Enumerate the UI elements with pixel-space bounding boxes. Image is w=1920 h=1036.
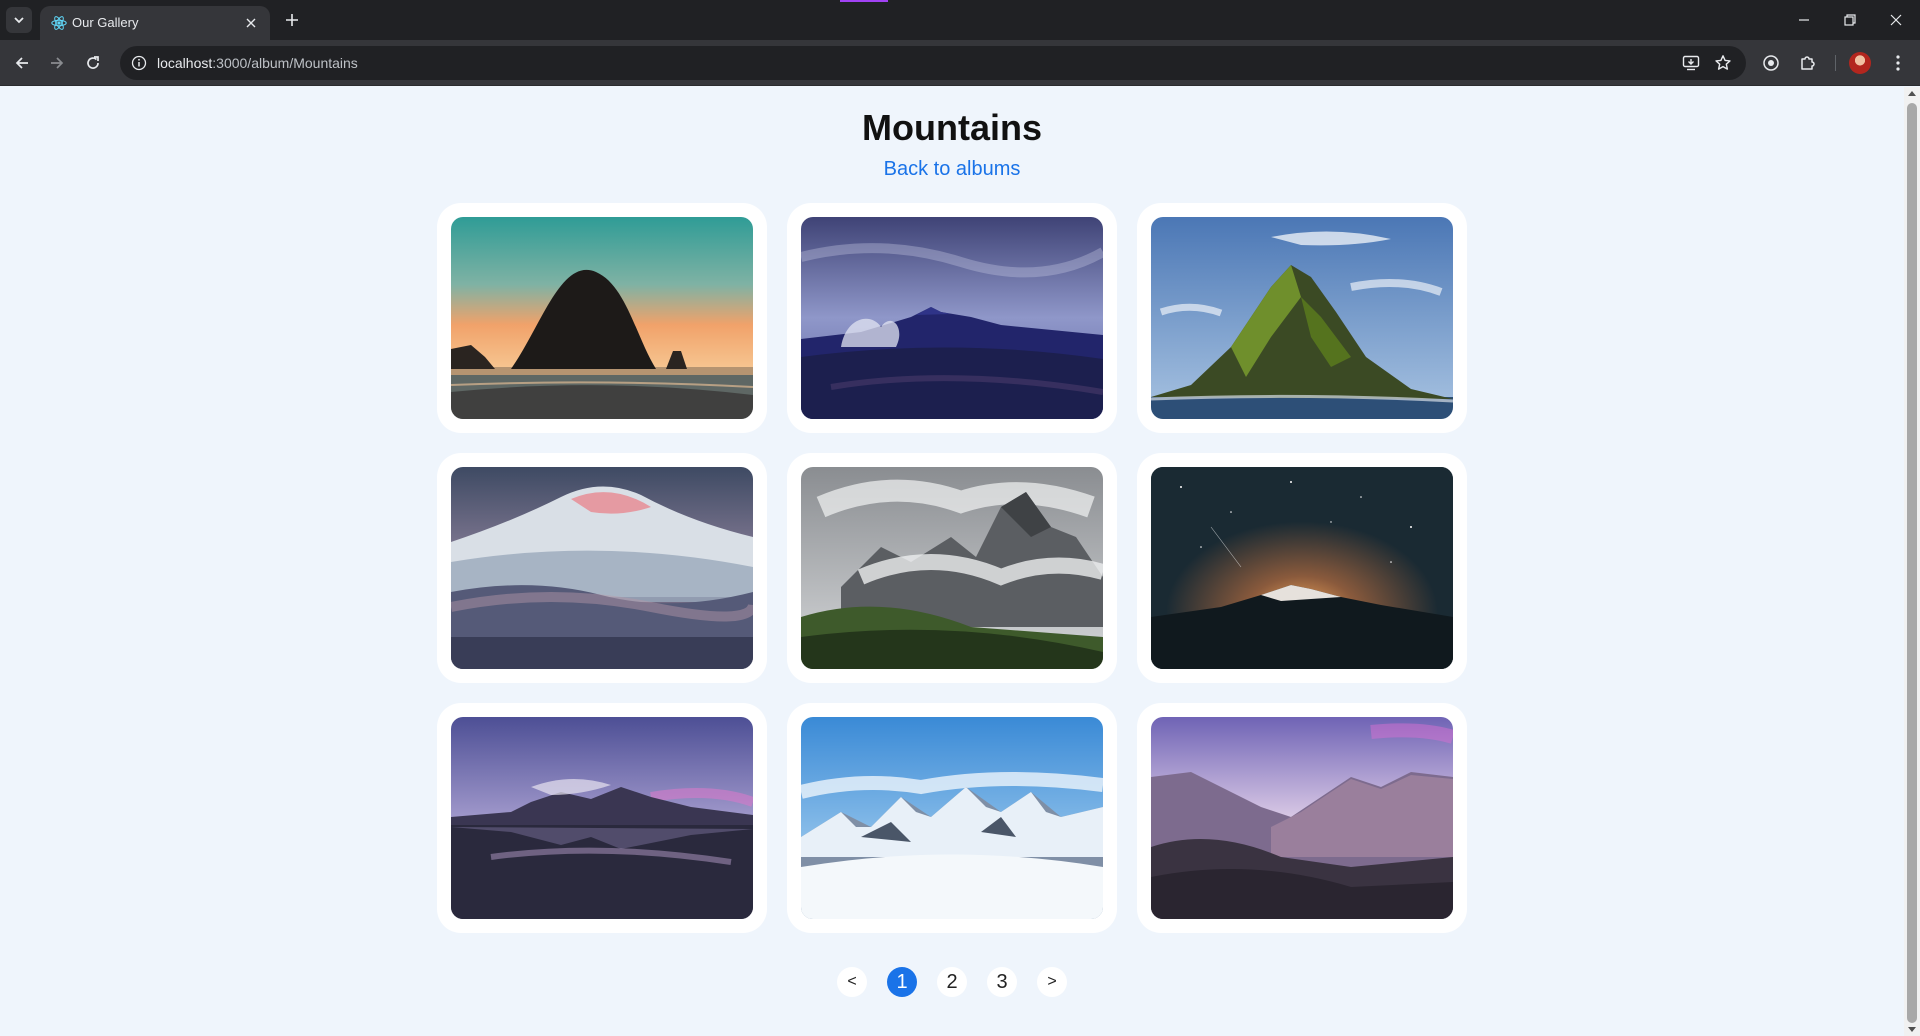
minimize-button[interactable]	[1781, 0, 1827, 40]
tab-indicator	[840, 0, 888, 2]
photo-grid	[437, 203, 1467, 933]
target-icon	[1763, 55, 1779, 71]
reload-button[interactable]	[79, 49, 107, 77]
browser-menu-button[interactable]	[1886, 51, 1910, 75]
photo-card[interactable]	[1137, 703, 1467, 933]
install-icon	[1682, 55, 1700, 71]
kebab-menu-icon	[1896, 55, 1900, 71]
photo-card[interactable]	[437, 703, 767, 933]
scroll-down-arrow[interactable]	[1908, 1027, 1916, 1032]
close-icon	[246, 18, 256, 28]
photo-card[interactable]	[1137, 203, 1467, 433]
photo	[451, 467, 753, 669]
photo-card[interactable]	[787, 203, 1117, 433]
url-host: localhost	[157, 55, 213, 71]
photo	[1151, 717, 1453, 919]
close-icon	[1890, 14, 1902, 26]
page-content: Mountains Back to albums < 1 2 3 >	[0, 87, 1904, 1036]
chevron-down-icon	[14, 17, 24, 24]
bookmark-button[interactable]	[1712, 52, 1734, 74]
next-page-button[interactable]: >	[1037, 967, 1067, 997]
address-bar[interactable]: localhost:3000/album/Mountains	[120, 46, 1746, 80]
back-button[interactable]	[8, 49, 36, 77]
arrow-right-icon	[51, 57, 64, 69]
extensions-menu-button[interactable]	[1796, 51, 1820, 75]
plus-icon	[286, 14, 298, 26]
minimize-icon	[1799, 19, 1809, 21]
photo-card[interactable]	[787, 703, 1117, 933]
scroll-thumb[interactable]	[1907, 103, 1917, 1023]
close-window-button[interactable]	[1873, 0, 1919, 40]
page-1-button[interactable]: 1	[887, 967, 917, 997]
toolbar-divider	[1835, 55, 1836, 71]
tab-title: Our Gallery	[72, 15, 139, 30]
restore-button[interactable]	[1827, 0, 1873, 40]
tab-our-gallery[interactable]: Our Gallery	[40, 6, 270, 40]
new-tab-button[interactable]	[280, 8, 304, 32]
url-text: localhost:3000/album/Mountains	[157, 54, 358, 72]
scroll-up-arrow[interactable]	[1908, 91, 1916, 96]
restore-icon	[1844, 14, 1856, 26]
photo	[451, 717, 753, 919]
page-2-button[interactable]: 2	[937, 967, 967, 997]
avatar[interactable]	[1849, 52, 1871, 74]
tab-strip: Our Gallery	[0, 0, 1920, 40]
tab-close-button[interactable]	[240, 12, 262, 34]
page-scrollbar[interactable]	[1904, 87, 1920, 1036]
forward-button[interactable]	[43, 49, 71, 77]
react-icon	[51, 16, 67, 30]
photo-card[interactable]	[1137, 453, 1467, 683]
info-icon	[131, 55, 147, 71]
photo	[1151, 467, 1453, 669]
browser-toolbar: localhost:3000/album/Mountains	[0, 40, 1920, 86]
photo-card[interactable]	[787, 453, 1117, 683]
url-path: :3000/album/Mountains	[212, 55, 358, 71]
install-app-button[interactable]	[1680, 52, 1702, 74]
site-info-button[interactable]	[128, 52, 150, 74]
star-icon	[1715, 55, 1731, 70]
reload-icon	[87, 56, 99, 69]
photo	[801, 717, 1103, 919]
arrow-left-icon	[15, 57, 28, 69]
puzzle-icon	[1801, 56, 1815, 70]
page-title: Mountains	[862, 107, 1042, 148]
photo-card[interactable]	[437, 453, 767, 683]
photo-card[interactable]	[437, 203, 767, 433]
pagination: < 1 2 3 >	[0, 967, 1904, 997]
prev-page-button[interactable]: <	[837, 967, 867, 997]
extension-button[interactable]	[1759, 51, 1783, 75]
tab-search-button[interactable]	[6, 7, 32, 33]
photo	[451, 217, 753, 419]
back-to-albums-link[interactable]: Back to albums	[882, 157, 1022, 181]
photo	[1151, 217, 1453, 419]
page-3-button[interactable]: 3	[987, 967, 1017, 997]
photo	[801, 217, 1103, 419]
photo	[801, 467, 1103, 669]
